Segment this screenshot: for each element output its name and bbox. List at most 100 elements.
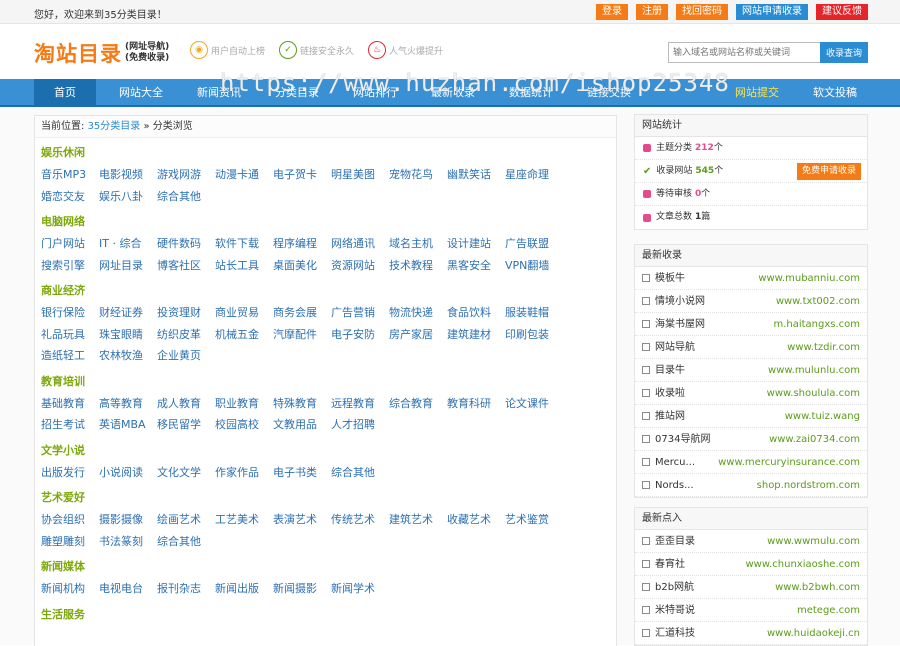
site-url[interactable]: www.tuiz.wang [785,405,860,428]
feedback-button[interactable]: 建议反馈 [816,4,868,20]
category-link[interactable]: 成人教育 [157,393,215,415]
category-link[interactable]: 音乐MP3 [41,164,99,186]
category-link[interactable]: 新闻学术 [331,578,389,600]
nav-item-sites[interactable]: 网站大全 [108,79,174,107]
category-link[interactable]: 技术教程 [389,255,447,277]
category-link[interactable]: 汽摩配件 [273,324,331,346]
category-title[interactable]: 电脑网络 [41,213,610,229]
category-link[interactable]: 特殊教育 [273,393,331,415]
category-link[interactable]: 招生考试 [41,414,99,436]
category-link[interactable]: 基础教育 [41,393,99,415]
category-link[interactable]: 程序编程 [273,233,331,255]
category-link[interactable]: 电视电台 [99,578,157,600]
category-link[interactable]: IT · 综合 [99,233,157,255]
site-name[interactable]: 0734导航网 [642,428,710,451]
site-name[interactable]: 模板牛 [642,267,685,290]
site-url[interactable]: metege.com [797,599,860,622]
category-link[interactable]: 财经证券 [99,302,157,324]
site-row[interactable]: 情境小说网 www.txt002.com [635,290,867,313]
search-button[interactable]: 收录查询 [820,42,868,63]
search-input[interactable] [668,42,820,63]
category-link[interactable]: 移民留学 [157,414,215,436]
category-link[interactable]: 广告联盟 [505,233,563,255]
category-link[interactable]: 桌面美化 [273,255,331,277]
site-row[interactable]: 0734导航网 www.zai0734.com [635,428,867,451]
category-link[interactable]: 摄影摄像 [99,509,157,531]
site-url[interactable]: www.wwmulu.com [767,530,860,553]
category-link[interactable]: 高等教育 [99,393,157,415]
site-url[interactable]: www.mulunlu.com [768,359,860,382]
category-link[interactable]: 动漫卡通 [215,164,273,186]
category-link[interactable]: 论文课件 [505,393,563,415]
category-link[interactable]: 婚恋交友 [41,186,99,208]
site-logo[interactable]: 淘站目录 (网址导航) (免费收录) [34,38,169,68]
category-link[interactable]: 电影视频 [99,164,157,186]
nav-item-home[interactable]: 首页 [34,79,96,107]
category-title[interactable]: 商业经济 [41,282,610,298]
site-row[interactable]: Mercu... www.mercuryinsurance.com [635,451,867,474]
site-name[interactable]: 收录啦 [642,382,685,405]
category-link[interactable]: 造纸轻工 [41,345,99,367]
nav-item-news[interactable]: 新闻资讯 [186,79,252,107]
category-link[interactable]: 新闻摄影 [273,578,331,600]
category-link[interactable]: 硬件数码 [157,233,215,255]
category-link[interactable]: 农林牧渔 [99,345,157,367]
site-row[interactable]: Nords... shop.nordstrom.com [635,474,867,497]
site-name[interactable]: Nords... [642,474,694,497]
nav-item-submit[interactable]: 网站提交 [724,79,790,107]
site-row[interactable]: 收录啦 www.shoulula.com [635,382,867,405]
forgot-password-button[interactable]: 找回密码 [676,4,728,20]
category-link[interactable]: 银行保险 [41,302,99,324]
category-link[interactable]: 商务会展 [273,302,331,324]
category-link[interactable]: 小说阅读 [99,462,157,484]
category-link[interactable]: 综合教育 [389,393,447,415]
category-link[interactable]: 远程教育 [331,393,389,415]
login-button[interactable]: 登录 [596,4,628,20]
category-link[interactable]: 人才招聘 [331,414,389,436]
site-row[interactable]: 米特哥说 metege.com [635,599,867,622]
site-name[interactable]: 情境小说网 [642,290,705,313]
category-link[interactable]: 投资理财 [157,302,215,324]
category-link[interactable]: 书法篆刻 [99,531,157,553]
category-link[interactable]: 协会组织 [41,509,99,531]
category-title[interactable]: 娱乐休闲 [41,144,610,160]
category-link[interactable]: 门户网站 [41,233,99,255]
category-link[interactable]: 建筑建材 [447,324,505,346]
category-link[interactable]: 服装鞋帽 [505,302,563,324]
category-title[interactable]: 文学小说 [41,442,610,458]
category-link[interactable]: 文化文学 [157,462,215,484]
nav-item-latest[interactable]: 最新收录 [420,79,486,107]
category-link[interactable]: 综合其他 [331,462,389,484]
site-url[interactable]: www.txt002.com [776,290,860,313]
category-link[interactable]: 综合其他 [157,531,215,553]
category-link[interactable]: 机械五金 [215,324,273,346]
category-link[interactable]: 教育科研 [447,393,505,415]
nav-item-directory[interactable]: 分类目录 [264,79,330,107]
category-link[interactable]: 搜索引擎 [41,255,99,277]
category-link[interactable]: 新闻机构 [41,578,99,600]
category-link[interactable]: 网址目录 [99,255,157,277]
category-link[interactable]: 软件下载 [215,233,273,255]
category-link[interactable]: 星座命理 [505,164,563,186]
category-link[interactable]: 综合其他 [157,186,215,208]
category-link[interactable]: 商业贸易 [215,302,273,324]
category-link[interactable]: 娱乐八卦 [99,186,157,208]
category-link[interactable]: 绘画艺术 [157,509,215,531]
category-link[interactable]: 广告营销 [331,302,389,324]
category-link[interactable]: 出版发行 [41,462,99,484]
category-link[interactable]: 企业黄页 [157,345,215,367]
site-name[interactable]: 目录牛 [642,359,685,382]
nav-item-article[interactable]: 软文投稿 [802,79,868,107]
category-link[interactable]: 校园高校 [215,414,273,436]
category-link[interactable]: 印刷包装 [505,324,563,346]
site-url[interactable]: m.haitangxs.com [773,313,860,336]
site-name[interactable]: Mercu... [642,451,695,474]
site-row[interactable]: 模板牛 www.mubanniu.com [635,267,867,290]
category-link[interactable]: 建筑艺术 [389,509,447,531]
site-url[interactable]: www.shoulula.com [767,382,860,405]
site-name[interactable]: 米特哥说 [642,599,695,622]
site-url[interactable]: www.b2bwh.com [775,576,860,599]
category-link[interactable]: 收藏艺术 [447,509,505,531]
category-link[interactable]: 报刊杂志 [157,578,215,600]
site-name[interactable]: 汇道科技 [642,622,695,645]
